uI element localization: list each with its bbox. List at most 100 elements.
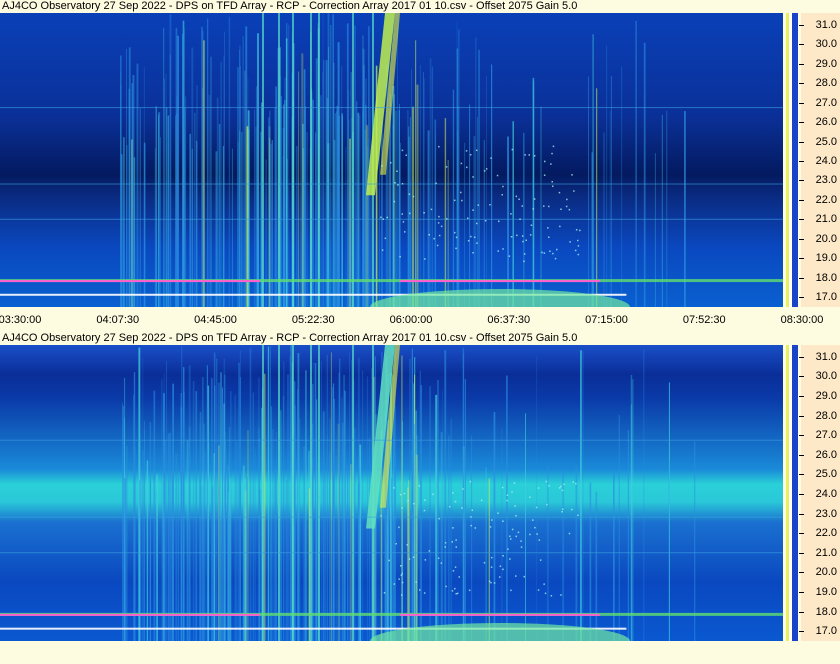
bottom-margin bbox=[0, 641, 840, 664]
signal-streak bbox=[457, 106, 460, 307]
signal-streak bbox=[255, 86, 258, 307]
signal-streak bbox=[342, 116, 343, 307]
signal-streak bbox=[447, 160, 449, 307]
signal-streak bbox=[419, 64, 422, 307]
signal-streak bbox=[694, 441, 696, 641]
signal-streak bbox=[621, 66, 623, 307]
signal-streak bbox=[267, 346, 270, 641]
signal-streak bbox=[278, 345, 280, 641]
signal-streak bbox=[269, 346, 271, 641]
y-tick-label: 28.0 bbox=[799, 410, 837, 422]
signal-streak bbox=[186, 439, 189, 641]
speckle bbox=[515, 195, 518, 198]
signal-streak bbox=[357, 482, 360, 641]
signal-streak bbox=[356, 101, 358, 307]
signal-streak bbox=[281, 441, 282, 641]
speckle bbox=[388, 559, 390, 562]
signal-streak bbox=[420, 385, 422, 641]
signal-streak bbox=[274, 107, 276, 307]
speckle bbox=[556, 248, 558, 251]
speckle bbox=[501, 486, 504, 489]
interference-line bbox=[0, 516, 783, 518]
interference-line bbox=[0, 218, 783, 220]
signal-streak bbox=[301, 53, 304, 307]
y-tick-label: 25.0 bbox=[799, 468, 837, 480]
y-tick-label: 30.0 bbox=[799, 38, 837, 50]
signal-streak bbox=[501, 427, 503, 641]
y-tick-label: 26.0 bbox=[799, 449, 837, 461]
speckle bbox=[536, 533, 538, 535]
signal-streak bbox=[643, 349, 645, 641]
signal-streak bbox=[287, 374, 289, 641]
signal-streak bbox=[288, 24, 290, 307]
signal-streak bbox=[126, 48, 127, 307]
y-tick-label: 28.0 bbox=[799, 77, 837, 89]
signal-streak bbox=[349, 149, 351, 307]
signal-streak bbox=[386, 390, 387, 641]
speckle bbox=[543, 252, 546, 254]
signal-streak bbox=[478, 49, 480, 307]
signal-streak bbox=[167, 116, 169, 307]
signal-streak bbox=[188, 365, 191, 641]
signal-streak bbox=[231, 148, 233, 307]
signal-streak bbox=[191, 148, 193, 307]
y-tick-label: 31.0 bbox=[799, 19, 837, 31]
signal-streak bbox=[631, 379, 634, 641]
speckle bbox=[552, 185, 554, 187]
signal-streak bbox=[242, 36, 244, 307]
signal-streak bbox=[262, 345, 264, 641]
signal-streak bbox=[343, 374, 345, 641]
speckle bbox=[497, 512, 499, 514]
signal-streak bbox=[149, 422, 152, 641]
signal-streak bbox=[299, 418, 301, 641]
speckle bbox=[539, 559, 542, 561]
speckle bbox=[403, 492, 406, 495]
x-tick-label: 07:52:30 bbox=[682, 314, 726, 326]
y-tick-label: 21.0 bbox=[799, 213, 837, 225]
speckle bbox=[380, 216, 382, 219]
speckle bbox=[454, 566, 457, 568]
signal-streak bbox=[202, 377, 204, 641]
speckle bbox=[483, 562, 486, 564]
signal-streak bbox=[588, 76, 589, 307]
signal-streak bbox=[358, 114, 361, 307]
speckle bbox=[559, 225, 561, 228]
signal-streak bbox=[618, 415, 620, 641]
speckle bbox=[560, 594, 562, 596]
signal-streak bbox=[143, 67, 145, 307]
speckle bbox=[484, 220, 487, 222]
speckle bbox=[509, 535, 511, 537]
speckle bbox=[398, 526, 400, 529]
speckle bbox=[498, 220, 500, 223]
signal-streak bbox=[609, 111, 611, 307]
interference-line bbox=[0, 439, 783, 441]
signal-streak bbox=[223, 55, 225, 307]
signal-streak bbox=[475, 37, 477, 307]
signal-streak bbox=[199, 478, 201, 641]
colorbar bbox=[786, 345, 798, 641]
signal-streak bbox=[249, 347, 252, 641]
signal-streak bbox=[540, 106, 542, 307]
speckle bbox=[423, 509, 426, 512]
signal-streak bbox=[525, 413, 526, 641]
speckle bbox=[383, 592, 386, 594]
speckle bbox=[569, 241, 571, 243]
signal-streak bbox=[452, 89, 455, 307]
speckle bbox=[455, 247, 457, 250]
signal-streak bbox=[339, 358, 341, 641]
y-axis: 31.0 30.0 29.0 28.0 27.0 26.0 25.0 24.0 23.0 22.0… bbox=[799, 345, 840, 641]
signal-streak bbox=[128, 47, 131, 307]
speckle bbox=[452, 527, 454, 529]
signal-streak bbox=[416, 84, 419, 307]
speckle bbox=[452, 570, 455, 572]
signal-streak bbox=[595, 491, 598, 641]
speckle bbox=[509, 558, 511, 560]
signal-streak bbox=[334, 113, 336, 307]
speckle bbox=[561, 489, 564, 492]
speckle bbox=[514, 505, 516, 507]
speckle bbox=[545, 480, 548, 483]
signal-streak bbox=[580, 350, 582, 641]
y-tick-label: 23.0 bbox=[799, 174, 837, 186]
signal-streak bbox=[506, 375, 508, 641]
speckle bbox=[393, 200, 396, 203]
